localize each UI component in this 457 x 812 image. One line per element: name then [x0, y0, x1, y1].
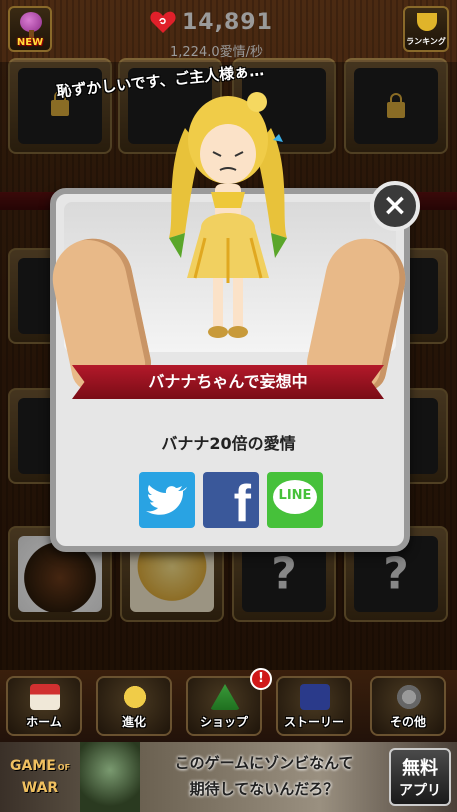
facebook-icon: f	[233, 475, 251, 533]
app-label: アプリ	[399, 783, 441, 799]
status-ribbon: バナナちゃんで妄想中	[72, 365, 384, 399]
love-multiplier-text: バナナ20倍の愛情	[161, 434, 296, 453]
line-share-button[interactable]: LINE	[267, 472, 323, 528]
banana-character-image	[169, 92, 287, 338]
logo-line: GAME	[9, 758, 56, 774]
nav-evolve-label: 進化	[121, 715, 146, 729]
zombie-image	[80, 742, 140, 812]
trophy-icon	[417, 13, 437, 31]
close-dialog-button[interactable]: ×	[370, 181, 420, 231]
nav-shop-label: ショップ	[199, 715, 248, 729]
shop-notification-badge: !	[250, 668, 272, 690]
logo-line: OF	[57, 763, 71, 772]
nav-evolve-button[interactable]: 進化	[96, 676, 172, 736]
nav-story-label: ストーリー	[283, 715, 344, 729]
ranking-button[interactable]: ランキング	[403, 6, 449, 52]
character-icon	[120, 684, 150, 710]
logo-line: WAR	[21, 780, 59, 796]
gear-icon	[394, 684, 424, 710]
line-label: LINE	[278, 488, 312, 503]
new-tree-button[interactable]: NEW	[8, 6, 52, 52]
nav-home-button[interactable]: ホーム	[6, 676, 82, 736]
nav-other-label: その他	[389, 715, 426, 729]
close-icon: ×	[382, 188, 408, 223]
ad-headline-line: このゲームにゾンビなんて	[174, 754, 354, 772]
ad-banner[interactable]: GAME OF WAR このゲームにゾンビなんて 期待してないんだろ？ 無料 アプ…	[0, 742, 457, 812]
ranking-label: ランキング	[406, 37, 446, 46]
ad-headline: このゲームにゾンビなんて 期待してないんだろ？	[148, 750, 380, 802]
love-score: 14,891	[182, 10, 273, 35]
tree-icon	[20, 12, 42, 32]
nav-story-button[interactable]: ストーリー	[276, 676, 352, 736]
tent-icon	[210, 684, 240, 710]
new-label: NEW	[16, 37, 44, 48]
nav-home-label: ホーム	[26, 715, 62, 729]
heart-icon	[150, 11, 176, 33]
nav-other-button[interactable]: その他	[370, 676, 446, 736]
ad-headline-line: 期待してないんだろ？	[189, 780, 339, 798]
twitter-bird-icon	[146, 485, 187, 515]
game-of-war-logo: GAME OF WAR	[8, 756, 72, 798]
nav-shop-button[interactable]: ショップ	[186, 676, 262, 736]
free-label: 無料	[402, 758, 438, 779]
twitter-share-button[interactable]	[139, 472, 195, 528]
book-icon	[300, 684, 330, 710]
bottom-nav: ホーム 進化 ショップ ストーリー その他	[0, 670, 457, 742]
shop-front-icon	[30, 684, 60, 710]
facebook-share-button[interactable]: f	[203, 472, 259, 533]
top-bar: NEW 14,891 1,224.0愛情/秒 ランキング	[0, 0, 457, 62]
free-app-button[interactable]: 無料 アプリ	[389, 748, 451, 806]
